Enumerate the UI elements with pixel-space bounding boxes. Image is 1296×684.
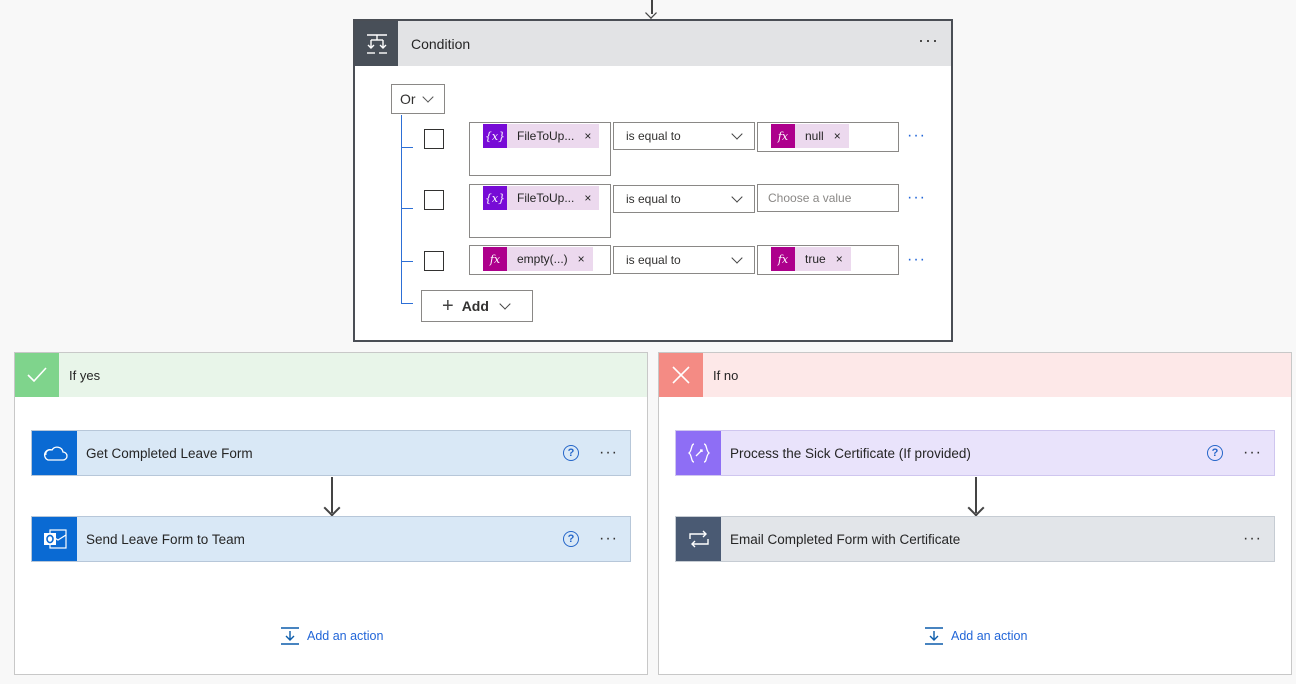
chevron-down-icon <box>499 298 511 310</box>
checkmark-icon <box>15 353 59 397</box>
row-checkbox[interactable] <box>424 129 444 149</box>
add-action-button[interactable]: Add an action <box>280 626 383 646</box>
help-icon[interactable]: ? <box>563 445 580 461</box>
expression-token[interactable]: fx true × <box>771 247 851 271</box>
row-menu-button[interactable]: ··· <box>907 189 926 207</box>
close-icon <box>659 353 703 397</box>
right-value-field[interactable]: fx true × <box>757 245 899 275</box>
operator-dropdown[interactable]: is equal to <box>613 185 755 213</box>
remove-token-button[interactable]: × <box>836 252 843 266</box>
action-title: Send Leave Form to Team <box>86 531 245 547</box>
tree-line <box>401 115 402 304</box>
variable-icon: {x} <box>483 186 507 210</box>
remove-token-button[interactable]: × <box>584 129 591 143</box>
left-value-field[interactable]: fx empty(...) × <box>469 245 611 275</box>
action-title: Email Completed Form with Certificate <box>730 531 961 547</box>
chevron-down-icon <box>731 252 743 264</box>
add-action-label: Add an action <box>307 629 384 643</box>
action-card[interactable]: Email Completed Form with Certificate ··… <box>675 516 1275 562</box>
function-icon: fx <box>483 247 507 271</box>
action-menu-button[interactable]: ··· <box>1243 445 1262 461</box>
if-no-header[interactable]: If no <box>659 353 1291 397</box>
row-menu-button[interactable]: ··· <box>907 127 926 145</box>
action-card[interactable]: Get Completed Leave Form ? ··· <box>31 430 631 476</box>
action-title: Process the Sick Certificate (If provide… <box>730 445 971 461</box>
left-value-field[interactable]: {x} FileToUp... × <box>469 122 611 176</box>
add-label: Add <box>461 298 489 314</box>
help-icon[interactable]: ? <box>563 531 580 547</box>
token-label: FileToUp... <box>517 129 575 143</box>
condition-menu-button[interactable]: ··· <box>918 31 939 49</box>
add-condition-button[interactable]: + Add <box>421 290 533 322</box>
plus-icon: + <box>442 295 454 317</box>
operator-value: is equal to <box>626 253 681 267</box>
arrow-down-icon <box>967 499 985 517</box>
action-card[interactable]: Send Leave Form to Team ? ··· <box>31 516 631 562</box>
token-label: empty(...) <box>517 252 568 266</box>
operator-dropdown[interactable]: is equal to <box>613 246 755 274</box>
tree-branch-line <box>401 147 413 148</box>
if-yes-header[interactable]: If yes <box>15 353 647 397</box>
operator-dropdown[interactable]: is equal to <box>613 122 755 150</box>
remove-token-button[interactable]: × <box>584 191 591 205</box>
function-icon: fx <box>771 247 795 271</box>
right-value-input[interactable]: Choose a value <box>757 184 899 212</box>
loop-icon <box>676 517 721 561</box>
chevron-down-icon <box>731 128 743 140</box>
arrow-down-icon <box>323 499 341 517</box>
dynamic-content-token[interactable]: {x} FileToUp... × <box>483 186 600 210</box>
if-yes-title: If yes <box>69 367 101 383</box>
row-menu-button[interactable]: ··· <box>907 251 926 269</box>
action-menu-button[interactable]: ··· <box>599 531 618 547</box>
remove-token-button[interactable]: × <box>834 129 841 143</box>
condition-title: Condition <box>411 35 471 52</box>
expression-token[interactable]: fx null × <box>771 124 849 148</box>
action-menu-button[interactable]: ··· <box>1243 531 1262 547</box>
left-value-field[interactable]: {x} FileToUp... × <box>469 184 611 238</box>
action-title: Get Completed Leave Form <box>86 445 253 461</box>
token-label: true <box>805 252 826 266</box>
condition-header[interactable]: Condition ··· <box>355 21 951 66</box>
if-no-title: If no <box>713 367 739 383</box>
token-label: FileToUp... <box>517 191 575 205</box>
chevron-down-icon <box>731 191 743 203</box>
tree-branch-line <box>401 303 413 304</box>
logic-operator-dropdown[interactable]: Or <box>391 84 445 114</box>
condition-icon <box>355 21 398 66</box>
help-icon[interactable]: ? <box>1207 445 1224 461</box>
operator-value: is equal to <box>626 129 681 143</box>
condition-card: Condition ··· Or {x} FileToUp... × is eq… <box>353 19 953 342</box>
token-label: null <box>805 129 824 143</box>
row-checkbox[interactable] <box>424 190 444 210</box>
outlook-icon <box>32 517 77 561</box>
tree-branch-line <box>401 208 413 209</box>
chevron-down-icon <box>421 91 434 103</box>
add-action-icon <box>925 627 943 645</box>
right-value-field[interactable]: fx null × <box>757 122 899 152</box>
function-icon: fx <box>771 124 795 148</box>
connector-arrow-icon <box>645 7 657 19</box>
expression-token[interactable]: fx empty(...) × <box>483 247 593 271</box>
tree-branch-line <box>401 261 413 262</box>
onedrive-icon <box>32 431 77 475</box>
variable-brackets-icon <box>676 431 721 475</box>
operator-value: is equal to <box>626 192 681 206</box>
variable-icon: {x} <box>483 124 507 148</box>
row-checkbox[interactable] <box>424 251 444 271</box>
action-menu-button[interactable]: ··· <box>599 445 618 461</box>
action-card[interactable]: Process the Sick Certificate (If provide… <box>675 430 1275 476</box>
remove-token-button[interactable]: × <box>578 252 585 266</box>
if-yes-branch: If yes Get Completed Leave Form ? ··· Se… <box>14 352 648 675</box>
dynamic-content-token[interactable]: {x} FileToUp... × <box>483 124 600 148</box>
add-action-icon <box>281 627 299 645</box>
right-value-placeholder: Choose a value <box>768 191 852 205</box>
add-action-label: Add an action <box>951 629 1028 643</box>
add-action-button[interactable]: Add an action <box>924 626 1027 646</box>
logic-operator-value: Or <box>400 91 416 107</box>
if-no-branch: If no Process the Sick Certificate (If p… <box>658 352 1292 675</box>
